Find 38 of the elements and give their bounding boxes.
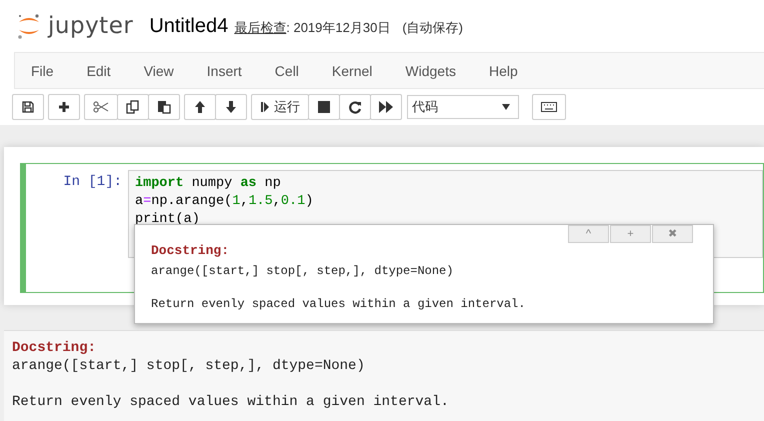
fastforward-icon[interactable] [370,94,402,120]
docstring-heading: Docstring: [12,339,98,357]
code-line: import numpy as np [135,175,282,193]
code-line: a=np.arange(1,1.5,0.1) [135,193,314,211]
down-icon[interactable] [215,94,247,120]
run-icon [260,101,270,113]
menu-item[interactable]: Insert [206,62,242,78]
function-signature: arange([start,] stop[, step,], dtype=None) [12,357,366,375]
restart-icon[interactable] [339,94,371,120]
description-text: Return evenly spaced values within a given interval. [151,296,526,313]
up-icon[interactable] [184,94,216,120]
run-button[interactable]: 运行 [251,94,309,120]
code-line: print(a) [135,211,201,229]
stop-icon[interactable] [308,94,340,120]
logo-text[interactable]: jupyter [48,13,134,39]
save-icon[interactable] [12,94,44,120]
menu-item[interactable]: Cell [274,62,299,78]
checkpoint-time: : 2019年12月30日 [286,19,390,37]
input-prompt: In [1]: [62,173,123,192]
description-text: Return evenly spaced values within a given interval. [12,393,450,411]
menu-item[interactable]: Widgets [405,62,456,78]
caret-icon [502,104,510,110]
copy-icon[interactable] [117,94,149,120]
menu-item[interactable]: Edit [86,62,111,78]
autosave-status: (自动保存) [402,19,463,37]
function-signature: arange([start,] stop[, step,], dtype=None) [151,263,454,280]
menu-item[interactable]: View [144,62,174,78]
menu-item[interactable]: Help [488,62,518,78]
menu-item[interactable]: Kernel [332,62,372,78]
add-icon[interactable] [48,94,80,120]
cut-icon[interactable] [84,94,118,120]
menu-item[interactable]: File [31,62,54,78]
cell-type-dropdown[interactable]: 代码 [407,95,519,119]
paste-icon[interactable] [148,94,180,120]
keyboard-icon[interactable] [532,94,566,120]
notebook-name[interactable]: Untitled4 [149,14,228,38]
checkpoint-label: 最后检查 [234,19,286,37]
docstring-heading: Docstring: [151,242,230,260]
